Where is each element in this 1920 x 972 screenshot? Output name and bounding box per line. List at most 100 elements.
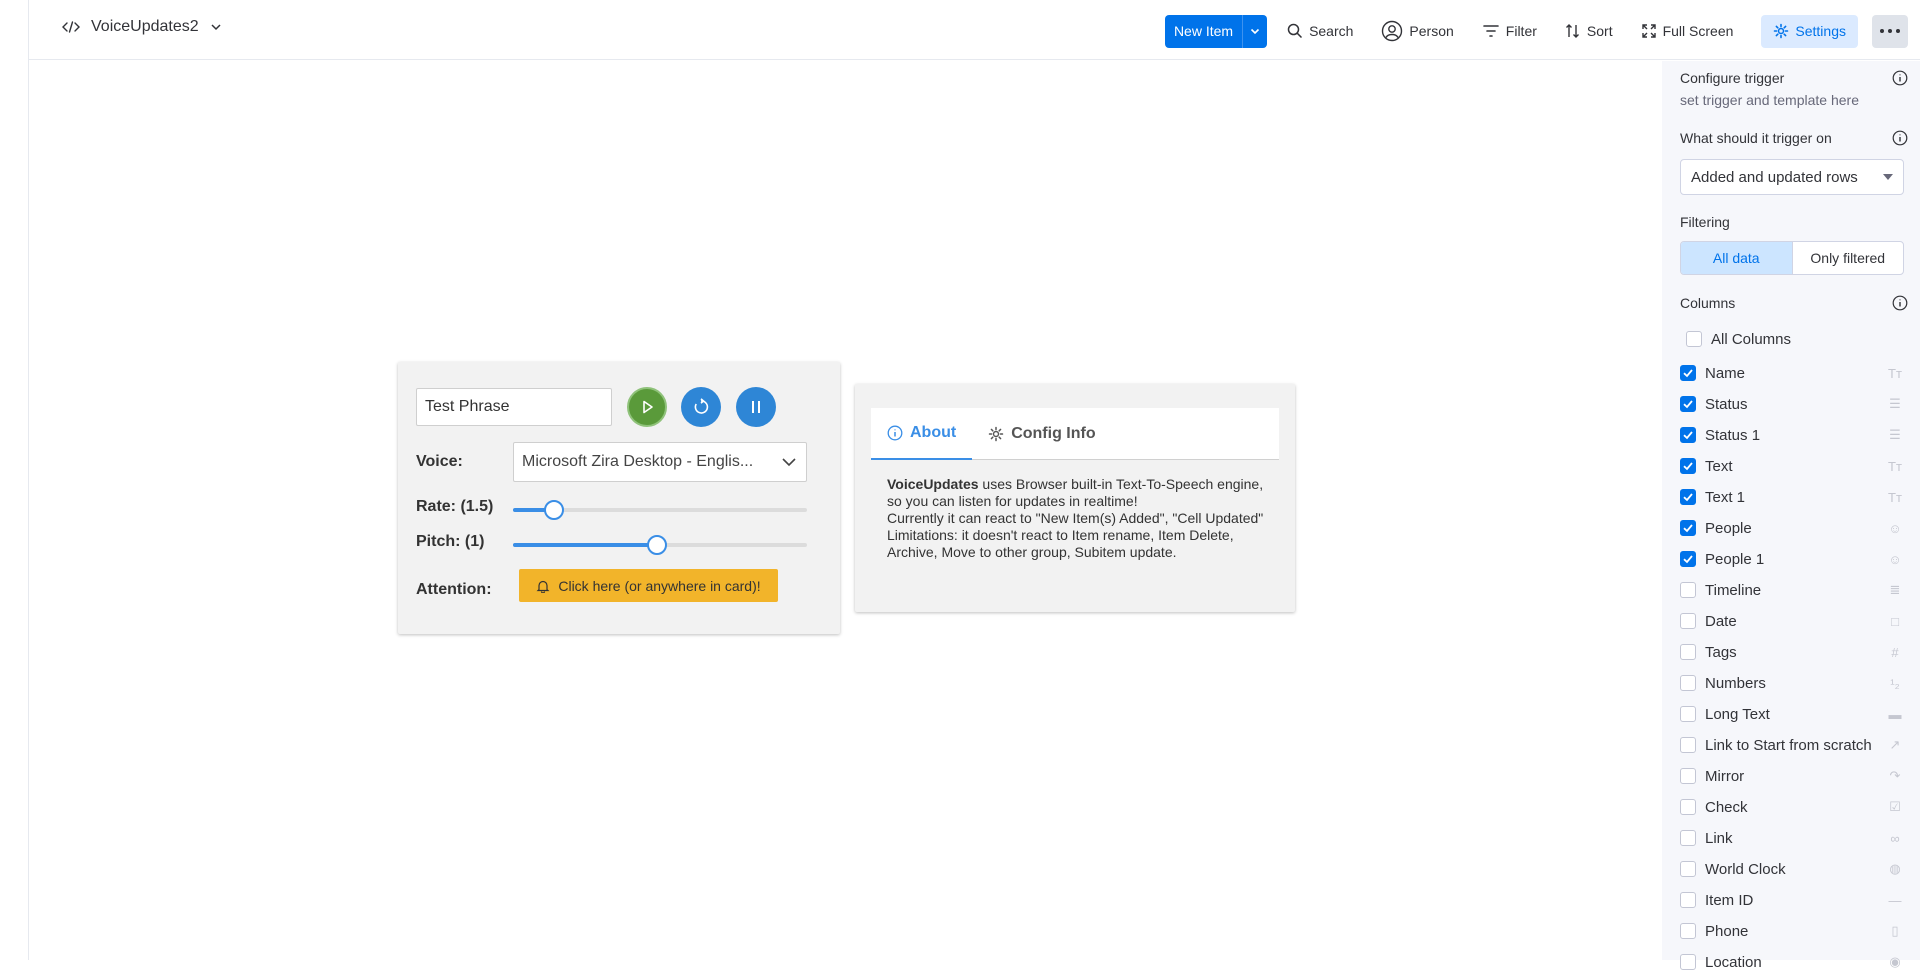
play-button[interactable]	[627, 387, 667, 427]
checkbox[interactable]	[1680, 799, 1696, 815]
checkbox[interactable]	[1680, 892, 1696, 908]
column-option-row[interactable]: People ☺	[1680, 518, 1904, 538]
filter-all-data-option[interactable]: All data	[1681, 242, 1793, 274]
settings-button[interactable]: Settings	[1761, 14, 1858, 48]
column-option-row[interactable]: People 1 ☺	[1680, 549, 1904, 569]
column-option-row[interactable]: Mirror ↷	[1680, 766, 1904, 786]
info-icon	[887, 425, 903, 441]
search-button[interactable]: Search	[1287, 15, 1353, 48]
fullscreen-button[interactable]: Full Screen	[1641, 15, 1733, 48]
checkbox[interactable]	[1680, 613, 1696, 629]
checkbox[interactable]	[1680, 427, 1696, 443]
checkbox[interactable]	[1680, 365, 1696, 381]
column-option-row[interactable]: Tags #	[1680, 642, 1904, 662]
column-option-row[interactable]: Link ∞	[1680, 828, 1904, 848]
link-icon: ∞	[1890, 830, 1900, 846]
column-option-label: Numbers	[1705, 674, 1766, 692]
board-title[interactable]: VoiceUpdates2	[61, 18, 223, 36]
info-icon[interactable]	[1892, 295, 1908, 311]
pitch-slider-knob[interactable]	[647, 535, 668, 555]
chevron-down-icon[interactable]	[209, 20, 223, 34]
more-dot	[1896, 29, 1900, 33]
column-option-row[interactable]: Link to Start from scratch ↗	[1680, 735, 1904, 755]
column-option-row[interactable]: Timeline ≣	[1680, 580, 1904, 600]
filter-label: Filter	[1505, 23, 1537, 39]
column-option-label: World Clock	[1705, 860, 1786, 878]
checkbox[interactable]	[1680, 768, 1696, 784]
pitch-label: Pitch: (1)	[416, 533, 485, 550]
mirror-icon: ↷	[1889, 768, 1901, 783]
column-option-row[interactable]: Check ☑	[1680, 797, 1904, 817]
tab-about[interactable]: About	[871, 408, 973, 460]
column-option-row[interactable]: Date □	[1680, 611, 1904, 631]
test-phrase-input[interactable]	[416, 388, 612, 426]
trigger-dropdown-value: Added and updated rows	[1691, 168, 1858, 186]
new-item-dropdown[interactable]	[1242, 14, 1267, 48]
bell-icon	[536, 580, 550, 593]
column-option-row[interactable]: Numbers ¹₂	[1680, 673, 1904, 693]
new-item-label[interactable]: New Item	[1165, 15, 1242, 48]
code-icon	[62, 21, 80, 33]
text-icon: Tт	[1888, 489, 1902, 505]
more-dot	[1880, 29, 1884, 33]
rate-slider[interactable]	[513, 500, 807, 520]
checkbox[interactable]	[1680, 737, 1696, 753]
checkbox[interactable]	[1680, 861, 1696, 877]
column-option-row[interactable]: World Clock ◍	[1680, 859, 1904, 879]
new-item-button[interactable]: New Item	[1164, 14, 1268, 48]
checkbox[interactable]	[1680, 706, 1696, 722]
person-button[interactable]: Person	[1381, 15, 1454, 48]
pause-button[interactable]	[736, 387, 776, 427]
top-bar: VoiceUpdates2 New Item Search Person Fil…	[29, 0, 1920, 60]
hashtag-icon: #	[1891, 644, 1899, 660]
checkbox[interactable]	[1680, 582, 1696, 598]
checkbox[interactable]	[1680, 396, 1696, 412]
attention-button[interactable]: Click here (or anywhere in card)!	[519, 569, 778, 602]
column-option-row[interactable]: Text Tт	[1680, 456, 1904, 476]
voice-label: Voice:	[416, 453, 463, 470]
checkbox[interactable]	[1680, 551, 1696, 567]
sort-button[interactable]: Sort	[1565, 15, 1613, 48]
rate-slider-knob[interactable]	[544, 500, 565, 520]
more-dot	[1888, 29, 1892, 33]
checkbox[interactable]	[1686, 331, 1702, 347]
more-options-button[interactable]	[1872, 14, 1908, 48]
filter-only-filtered-option[interactable]: Only filtered	[1793, 242, 1904, 274]
column-option-label: Date	[1705, 612, 1737, 630]
info-icon[interactable]	[1892, 70, 1908, 86]
column-option-label: Status	[1705, 395, 1748, 413]
column-option-row[interactable]: Item ID —	[1680, 890, 1904, 910]
about-text-2: Currently it can react to "New Item(s) A…	[887, 510, 1264, 526]
checkbox[interactable]	[1680, 520, 1696, 536]
attention-button-label: Click here (or anywhere in card)!	[558, 577, 761, 594]
column-option-row[interactable]: Status ☰	[1680, 394, 1904, 414]
column-option-row[interactable]: Name Tт	[1680, 363, 1904, 383]
voice-select[interactable]: Microsoft Zira Desktop - Englis...	[513, 442, 807, 482]
tab-config-info[interactable]: Config Info	[972, 408, 1111, 460]
column-option-label: Tags	[1705, 643, 1737, 661]
filter-button[interactable]: Filter	[1482, 15, 1537, 48]
search-label: Search	[1309, 23, 1354, 39]
checkbox[interactable]	[1680, 675, 1696, 691]
column-option-row[interactable]: Phone ▯	[1680, 921, 1904, 941]
pitch-slider[interactable]	[513, 535, 807, 555]
restart-icon	[694, 398, 709, 414]
column-option-row[interactable]: Long Text ▬	[1680, 704, 1904, 724]
checkbox[interactable]	[1680, 489, 1696, 505]
checkbox[interactable]	[1680, 923, 1696, 939]
checkbox[interactable]	[1680, 458, 1696, 474]
column-option-row[interactable]: Location ◉	[1680, 952, 1904, 972]
column-option-label: People	[1705, 519, 1752, 537]
sort-label: Sort	[1586, 23, 1613, 39]
all-columns-checkbox[interactable]: All Columns	[1686, 329, 1910, 349]
checkbox[interactable]	[1680, 644, 1696, 660]
checkbox[interactable]	[1680, 954, 1696, 970]
checkbox[interactable]	[1680, 830, 1696, 846]
restart-button[interactable]	[681, 387, 721, 427]
trigger-dropdown[interactable]: Added and updated rows	[1680, 159, 1904, 195]
voice-control-card[interactable]: Voice: Microsoft Zira Desktop - Englis..…	[398, 362, 840, 634]
info-icon[interactable]	[1892, 130, 1908, 146]
column-option-row[interactable]: Text 1 Tт	[1680, 487, 1904, 507]
text-icon: Tт	[1888, 365, 1902, 381]
column-option-row[interactable]: Status 1 ☰	[1680, 425, 1904, 445]
